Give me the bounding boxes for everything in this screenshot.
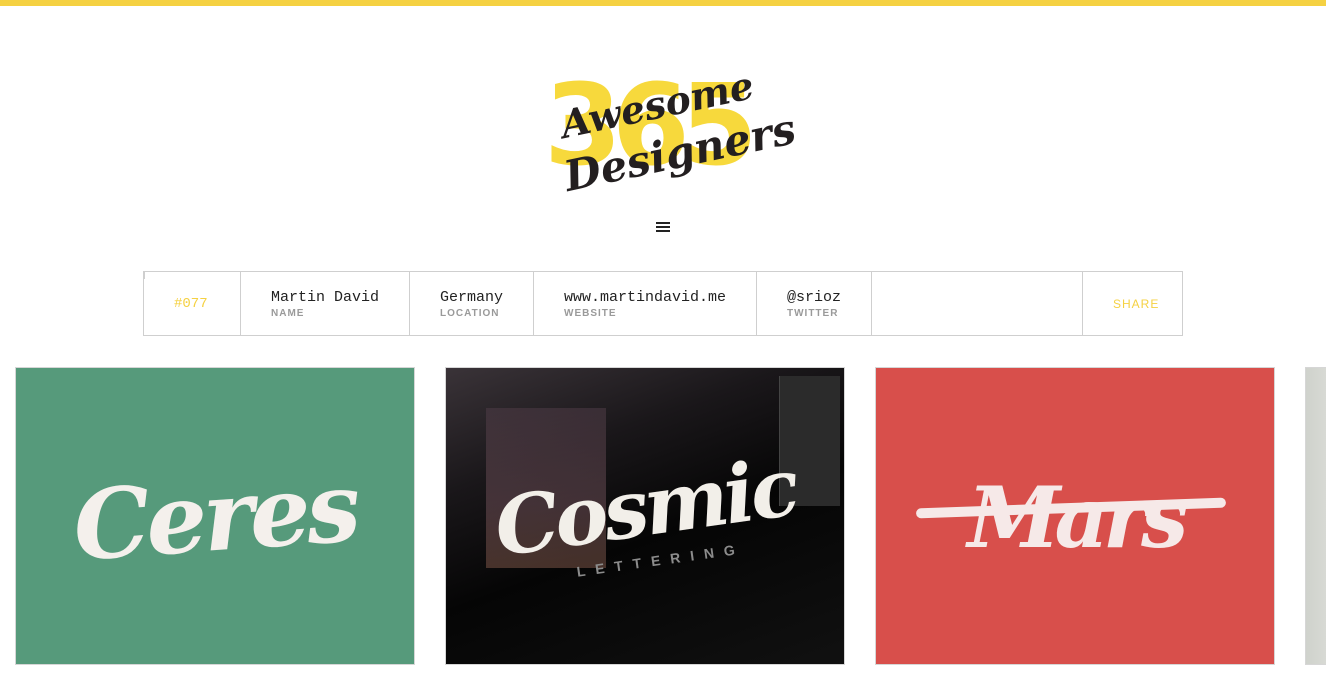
hamburger-menu-icon[interactable] [652,218,674,236]
gallery-item-title: Ceres [69,450,361,583]
designer-info-bar: #077 Martin David NAME Germany LOCATION … [143,271,1183,336]
website-cell: www.martindavid.me WEBSITE [534,272,757,335]
share-cell: SHARE [1083,272,1182,335]
name-cell: Martin David NAME [241,272,410,335]
share-button[interactable]: SHARE [1113,297,1159,311]
twitter-link[interactable]: @srioz [787,289,841,306]
top-accent-bar [0,0,1326,6]
gallery-item-partial[interactable] [1305,367,1326,665]
location-label: LOCATION [440,308,500,319]
gallery-item-mars[interactable]: Mars [875,367,1275,665]
designer-number-cell: #077 [144,272,241,335]
name-label: NAME [271,308,305,319]
gallery-item-cosmic[interactable]: Cosmic LETTERING [445,367,845,665]
designer-name: Martin David [271,289,380,306]
location-cell: Germany LOCATION [410,272,534,335]
spacer-cell [872,272,1083,335]
gallery-item-title: Mars [967,468,1189,567]
designer-number: #077 [174,296,208,312]
gallery-item-ceres[interactable]: Ceres [15,367,415,665]
twitter-cell: @srioz TWITTER [757,272,872,335]
website-label: WEBSITE [564,308,617,319]
website-link[interactable]: www.martindavid.me [564,289,726,306]
designer-location: Germany [440,289,504,306]
twitter-label: TWITTER [787,308,839,319]
site-logo[interactable]: 365 Awesome Designers [540,62,800,212]
